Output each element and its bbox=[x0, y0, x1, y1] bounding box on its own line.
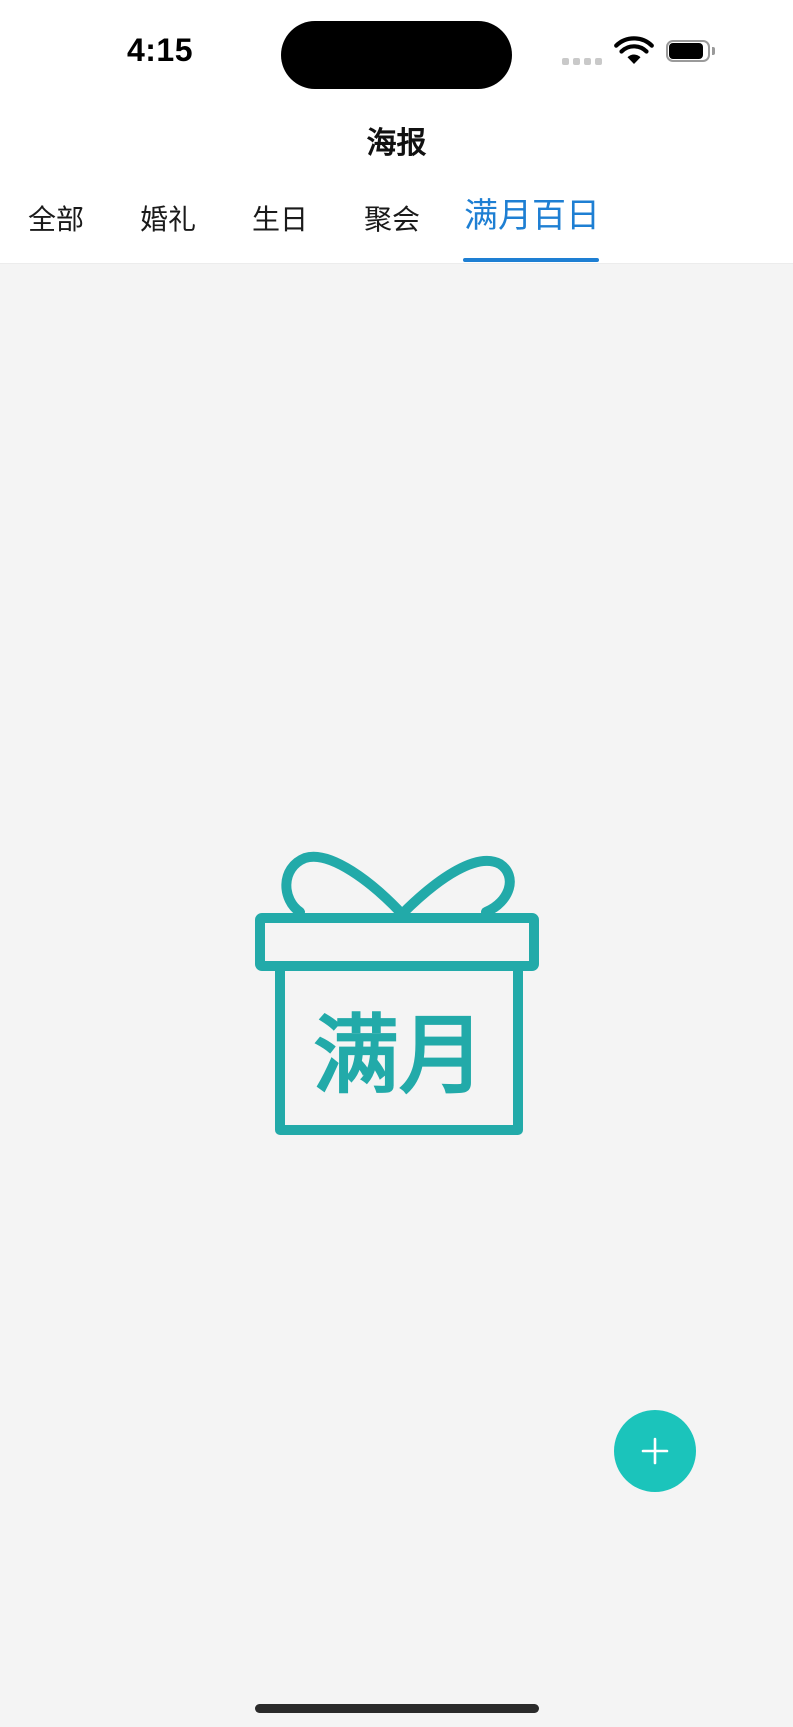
add-poster-button[interactable] bbox=[614, 1410, 696, 1492]
status-bar: 4:15 bbox=[0, 0, 793, 100]
battery-icon bbox=[666, 40, 716, 64]
tab-birthday[interactable]: 生日 bbox=[252, 200, 308, 240]
gift-box-icon: 满月 bbox=[255, 851, 539, 1135]
illustration-text: 满月 bbox=[313, 1006, 485, 1106]
active-tab-indicator bbox=[463, 258, 599, 262]
tab-full-month-100-days[interactable]: 满月百日 bbox=[464, 196, 600, 236]
tab-party[interactable]: 聚会 bbox=[364, 200, 420, 240]
page-title: 海报 bbox=[366, 126, 427, 161]
cellular-signal-icon bbox=[562, 58, 602, 65]
wifi-icon bbox=[614, 36, 654, 64]
status-time: 4:15 bbox=[126, 32, 194, 68]
home-indicator[interactable] bbox=[255, 1704, 539, 1713]
dynamic-island bbox=[281, 21, 512, 89]
category-tabs: 全部 婚礼 生日 聚会 满月百日 bbox=[0, 196, 793, 263]
top-bar: 4:15 海报 全部 婚礼 生日 聚会 满月百日 bbox=[0, 0, 793, 264]
tab-all[interactable]: 全部 bbox=[28, 200, 84, 240]
plus-icon bbox=[641, 1437, 669, 1465]
tab-wedding[interactable]: 婚礼 bbox=[140, 200, 196, 240]
